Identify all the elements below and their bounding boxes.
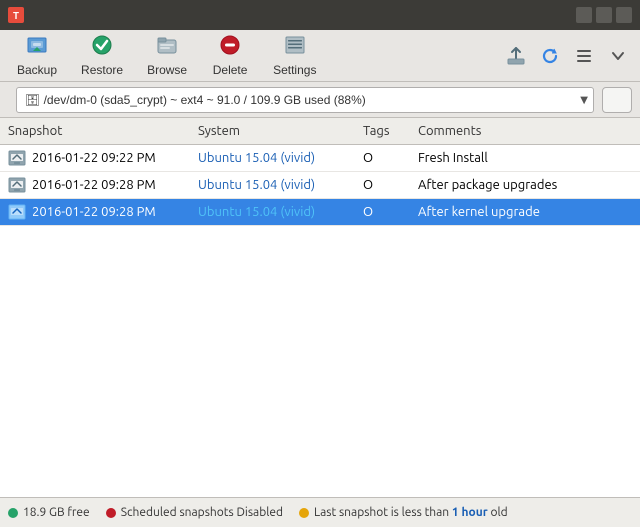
browse-label: Browse [147, 63, 187, 77]
snapshot-table: Snapshot System Tags Comments 2016-01-22… [0, 118, 640, 497]
tags-cell: O [355, 147, 410, 169]
maximize-button[interactable] [596, 7, 612, 23]
restore-button[interactable]: Restore [70, 34, 134, 78]
status-last-snapshot: Last snapshot is less than 1 hour old [299, 506, 508, 519]
settings-icon [284, 34, 306, 60]
window-controls[interactable] [576, 7, 632, 23]
device-bar: 🗄 /dev/dm-0 (sda5_crypt) ~ ext4 ~ 91.0 /… [0, 82, 640, 118]
header-comments: Comments [410, 122, 640, 140]
snapshot-cell: 2016-01-22 09:28 PM [0, 199, 190, 225]
red-dot-icon [106, 508, 116, 518]
system-value: Ubuntu 15.04 (vivid) [198, 205, 315, 219]
toolbar-end [500, 40, 634, 72]
settings-label: Settings [273, 63, 316, 77]
snapshot-date: 2016-01-22 09:28 PM [32, 205, 156, 219]
statusbar: 18.9 GB free Scheduled snapshots Disable… [0, 497, 640, 527]
header-snapshot: Snapshot [0, 122, 190, 140]
restore-icon [91, 34, 113, 60]
scheduled-text: Scheduled snapshots Disabled [121, 506, 283, 519]
free-space-text: 18.9 GB free [23, 506, 90, 519]
table-row[interactable]: 2016-01-22 09:28 PM Ubuntu 15.04 (vivid)… [0, 199, 640, 226]
system-value: Ubuntu 15.04 (vivid) [198, 178, 315, 192]
snapshot-cell: 2016-01-22 09:28 PM [0, 172, 190, 198]
table-row[interactable]: 2016-01-22 09:22 PM Ubuntu 15.04 (vivid)… [0, 145, 640, 172]
backup-button[interactable]: Backup [6, 34, 68, 78]
comments-cell: After package upgrades [410, 174, 640, 196]
close-button[interactable] [616, 7, 632, 23]
last-snapshot-text: Last snapshot is less than 1 hour old [314, 506, 508, 519]
system-cell: Ubuntu 15.04 (vivid) [190, 174, 355, 196]
comments-cell: After kernel upgrade [410, 201, 640, 223]
minimize-button[interactable] [576, 7, 592, 23]
delete-label: Delete [213, 63, 248, 77]
tags-cell: O [355, 174, 410, 196]
tags-value: O [363, 205, 373, 219]
status-scheduled: Scheduled snapshots Disabled [106, 506, 283, 519]
snapshot-cell: 2016-01-22 09:22 PM [0, 145, 190, 171]
tags-value: O [363, 151, 373, 165]
system-cell: Ubuntu 15.04 (vivid) [190, 147, 355, 169]
upload-button[interactable] [500, 40, 532, 72]
system-value: Ubuntu 15.04 (vivid) [198, 151, 315, 165]
tags-cell: O [355, 201, 410, 223]
comments-value: Fresh Install [418, 151, 488, 165]
green-dot-icon [8, 508, 18, 518]
browse-icon [156, 34, 178, 60]
delete-button[interactable]: Delete [200, 34, 260, 78]
orange-dot-icon [299, 508, 309, 518]
last-snapshot-highlight: 1 hour [452, 506, 488, 519]
snapshot-icon [8, 149, 26, 167]
tags-value: O [363, 178, 373, 192]
table-body: 2016-01-22 09:22 PM Ubuntu 15.04 (vivid)… [0, 145, 640, 497]
snapshot-date: 2016-01-22 09:22 PM [32, 151, 156, 165]
header-tags: Tags [355, 122, 410, 140]
backup-icon [26, 34, 48, 60]
system-cell: Ubuntu 15.04 (vivid) [190, 201, 355, 223]
refresh-button[interactable] [602, 87, 632, 113]
delete-icon [219, 34, 241, 60]
table-row[interactable]: 2016-01-22 09:28 PM Ubuntu 15.04 (vivid)… [0, 172, 640, 199]
refresh-toolbar-button[interactable] [534, 40, 566, 72]
app-icon: T [8, 7, 24, 23]
more-button[interactable] [602, 40, 634, 72]
browse-button[interactable]: Browse [136, 34, 198, 78]
toolbar: Backup Restore Browse D [0, 30, 640, 82]
titlebar-left: T [8, 7, 30, 23]
backup-label: Backup [17, 63, 57, 77]
comments-cell: Fresh Install [410, 147, 640, 169]
device-select[interactable]: 🗄 /dev/dm-0 (sda5_crypt) ~ ext4 ~ 91.0 /… [16, 87, 594, 113]
comments-value: After kernel upgrade [418, 205, 540, 219]
snapshot-date: 2016-01-22 09:28 PM [32, 178, 156, 192]
comments-value: After package upgrades [418, 178, 557, 192]
restore-label: Restore [81, 63, 123, 77]
device-selector-wrapper[interactable]: 🗄 /dev/dm-0 (sda5_crypt) ~ ext4 ~ 91.0 /… [16, 87, 594, 113]
titlebar: T [0, 0, 640, 30]
status-free-space: 18.9 GB free [8, 506, 90, 519]
settings-button[interactable]: Settings [262, 34, 327, 78]
snapshot-icon [8, 203, 26, 221]
snapshot-icon [8, 176, 26, 194]
menu-button[interactable] [568, 40, 600, 72]
header-system: System [190, 122, 355, 140]
table-header: Snapshot System Tags Comments [0, 118, 640, 145]
